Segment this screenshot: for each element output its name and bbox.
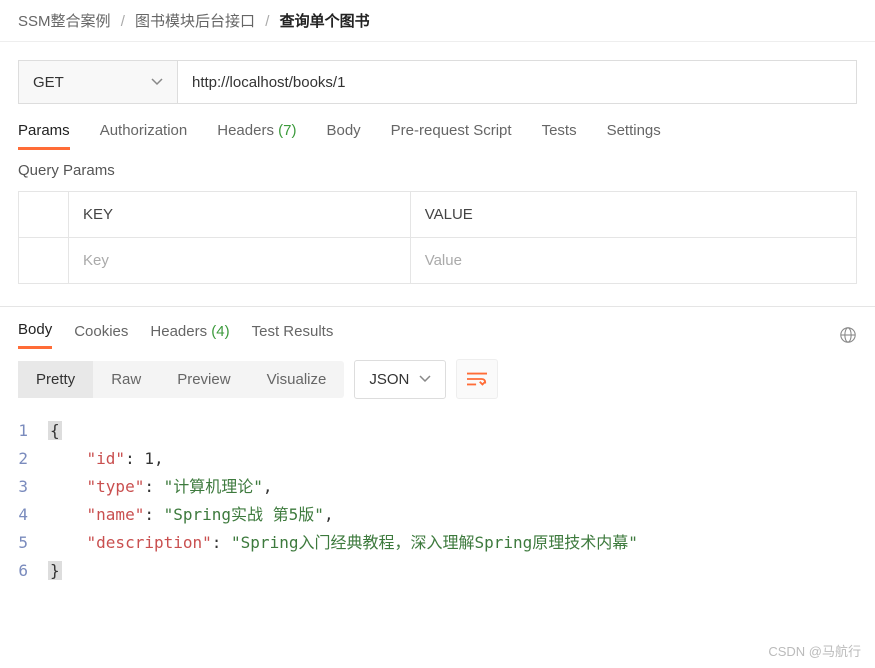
view-bar: Pretty Raw Preview Visualize JSON: [0, 349, 875, 409]
response-body[interactable]: 1 { 2 "id": 1, 3 "type": "计算机理论", 4 "nam…: [0, 409, 875, 593]
code-content: "type": "计算机理论",: [48, 473, 273, 501]
resp-tab-tests[interactable]: Test Results: [252, 323, 334, 348]
resp-tab-cookies[interactable]: Cookies: [74, 323, 128, 348]
code-content: "description": "Spring入门经典教程，深入理解Spring原…: [48, 529, 638, 557]
request-tabs: Params Authorization Headers (7) Body Pr…: [0, 104, 875, 150]
key-cell[interactable]: Key: [69, 238, 411, 284]
checkbox-header: [19, 192, 69, 238]
wrap-icon: [467, 371, 487, 387]
key-header: KEY: [69, 192, 411, 238]
line-number: 1: [18, 417, 48, 445]
view-raw[interactable]: Raw: [93, 361, 159, 398]
view-preview[interactable]: Preview: [159, 361, 248, 398]
code-line: 6 }: [18, 557, 857, 585]
response-tabs: Body Cookies Headers (4) Test Results: [0, 307, 875, 349]
breadcrumb-sep: /: [121, 13, 125, 30]
query-params-label: Query Params: [0, 150, 875, 191]
code-content: }: [48, 557, 62, 585]
breadcrumb-level2[interactable]: 图书模块后台接口: [135, 13, 255, 30]
code-line: 1 {: [18, 417, 857, 445]
view-visualize[interactable]: Visualize: [249, 361, 345, 398]
line-number: 5: [18, 529, 48, 557]
code-line: 5 "description": "Spring入门经典教程，深入理解Sprin…: [18, 529, 857, 557]
tab-settings[interactable]: Settings: [607, 122, 661, 150]
format-label: JSON: [369, 371, 409, 388]
code-content: {: [48, 417, 62, 445]
tab-params[interactable]: Params: [18, 122, 70, 150]
tab-headers[interactable]: Headers (7): [217, 122, 296, 150]
wrap-button[interactable]: [456, 359, 498, 399]
params-table: KEY VALUE Key Value: [18, 191, 857, 284]
method-select[interactable]: GET: [18, 60, 178, 104]
line-number: 6: [18, 557, 48, 585]
line-number: 2: [18, 445, 48, 473]
resp-headers-count: (4): [211, 323, 229, 340]
row-checkbox[interactable]: [19, 238, 69, 284]
code-content: "id": 1,: [48, 445, 164, 473]
breadcrumb-current: 查询单个图书: [280, 13, 370, 30]
table-row[interactable]: Key Value: [19, 238, 857, 284]
tab-headers-count: (7): [278, 122, 296, 139]
line-number: 3: [18, 473, 48, 501]
watermark: CSDN @马航行: [768, 641, 861, 660]
method-label: GET: [33, 74, 64, 91]
breadcrumb: SSM整合案例 / 图书模块后台接口 / 查询单个图书: [0, 0, 875, 42]
tab-body[interactable]: Body: [326, 122, 360, 150]
resp-tab-body[interactable]: Body: [18, 321, 52, 349]
code-line: 3 "type": "计算机理论",: [18, 473, 857, 501]
format-select[interactable]: JSON: [354, 360, 446, 399]
resp-tab-headers[interactable]: Headers (4): [150, 323, 229, 348]
globe-icon[interactable]: [839, 326, 857, 344]
code-line: 4 "name": "Spring实战 第5版",: [18, 501, 857, 529]
table-header-row: KEY VALUE: [19, 192, 857, 238]
url-input[interactable]: [178, 60, 857, 104]
code-line: 2 "id": 1,: [18, 445, 857, 473]
code-content: "name": "Spring实战 第5版",: [48, 501, 334, 529]
tab-tests[interactable]: Tests: [542, 122, 577, 150]
chevron-down-icon: [419, 375, 431, 383]
tab-prerequest[interactable]: Pre-request Script: [391, 122, 512, 150]
value-header: VALUE: [410, 192, 856, 238]
chevron-down-icon: [151, 78, 163, 86]
breadcrumb-sep: /: [265, 13, 269, 30]
tab-headers-label: Headers: [217, 122, 274, 139]
view-pretty[interactable]: Pretty: [18, 361, 93, 398]
request-bar: GET: [18, 60, 857, 104]
breadcrumb-level1[interactable]: SSM整合案例: [18, 13, 111, 30]
value-cell[interactable]: Value: [410, 238, 856, 284]
view-tabs: Pretty Raw Preview Visualize: [18, 361, 344, 398]
tab-authorization[interactable]: Authorization: [100, 122, 188, 150]
resp-headers-label: Headers: [150, 323, 207, 340]
line-number: 4: [18, 501, 48, 529]
